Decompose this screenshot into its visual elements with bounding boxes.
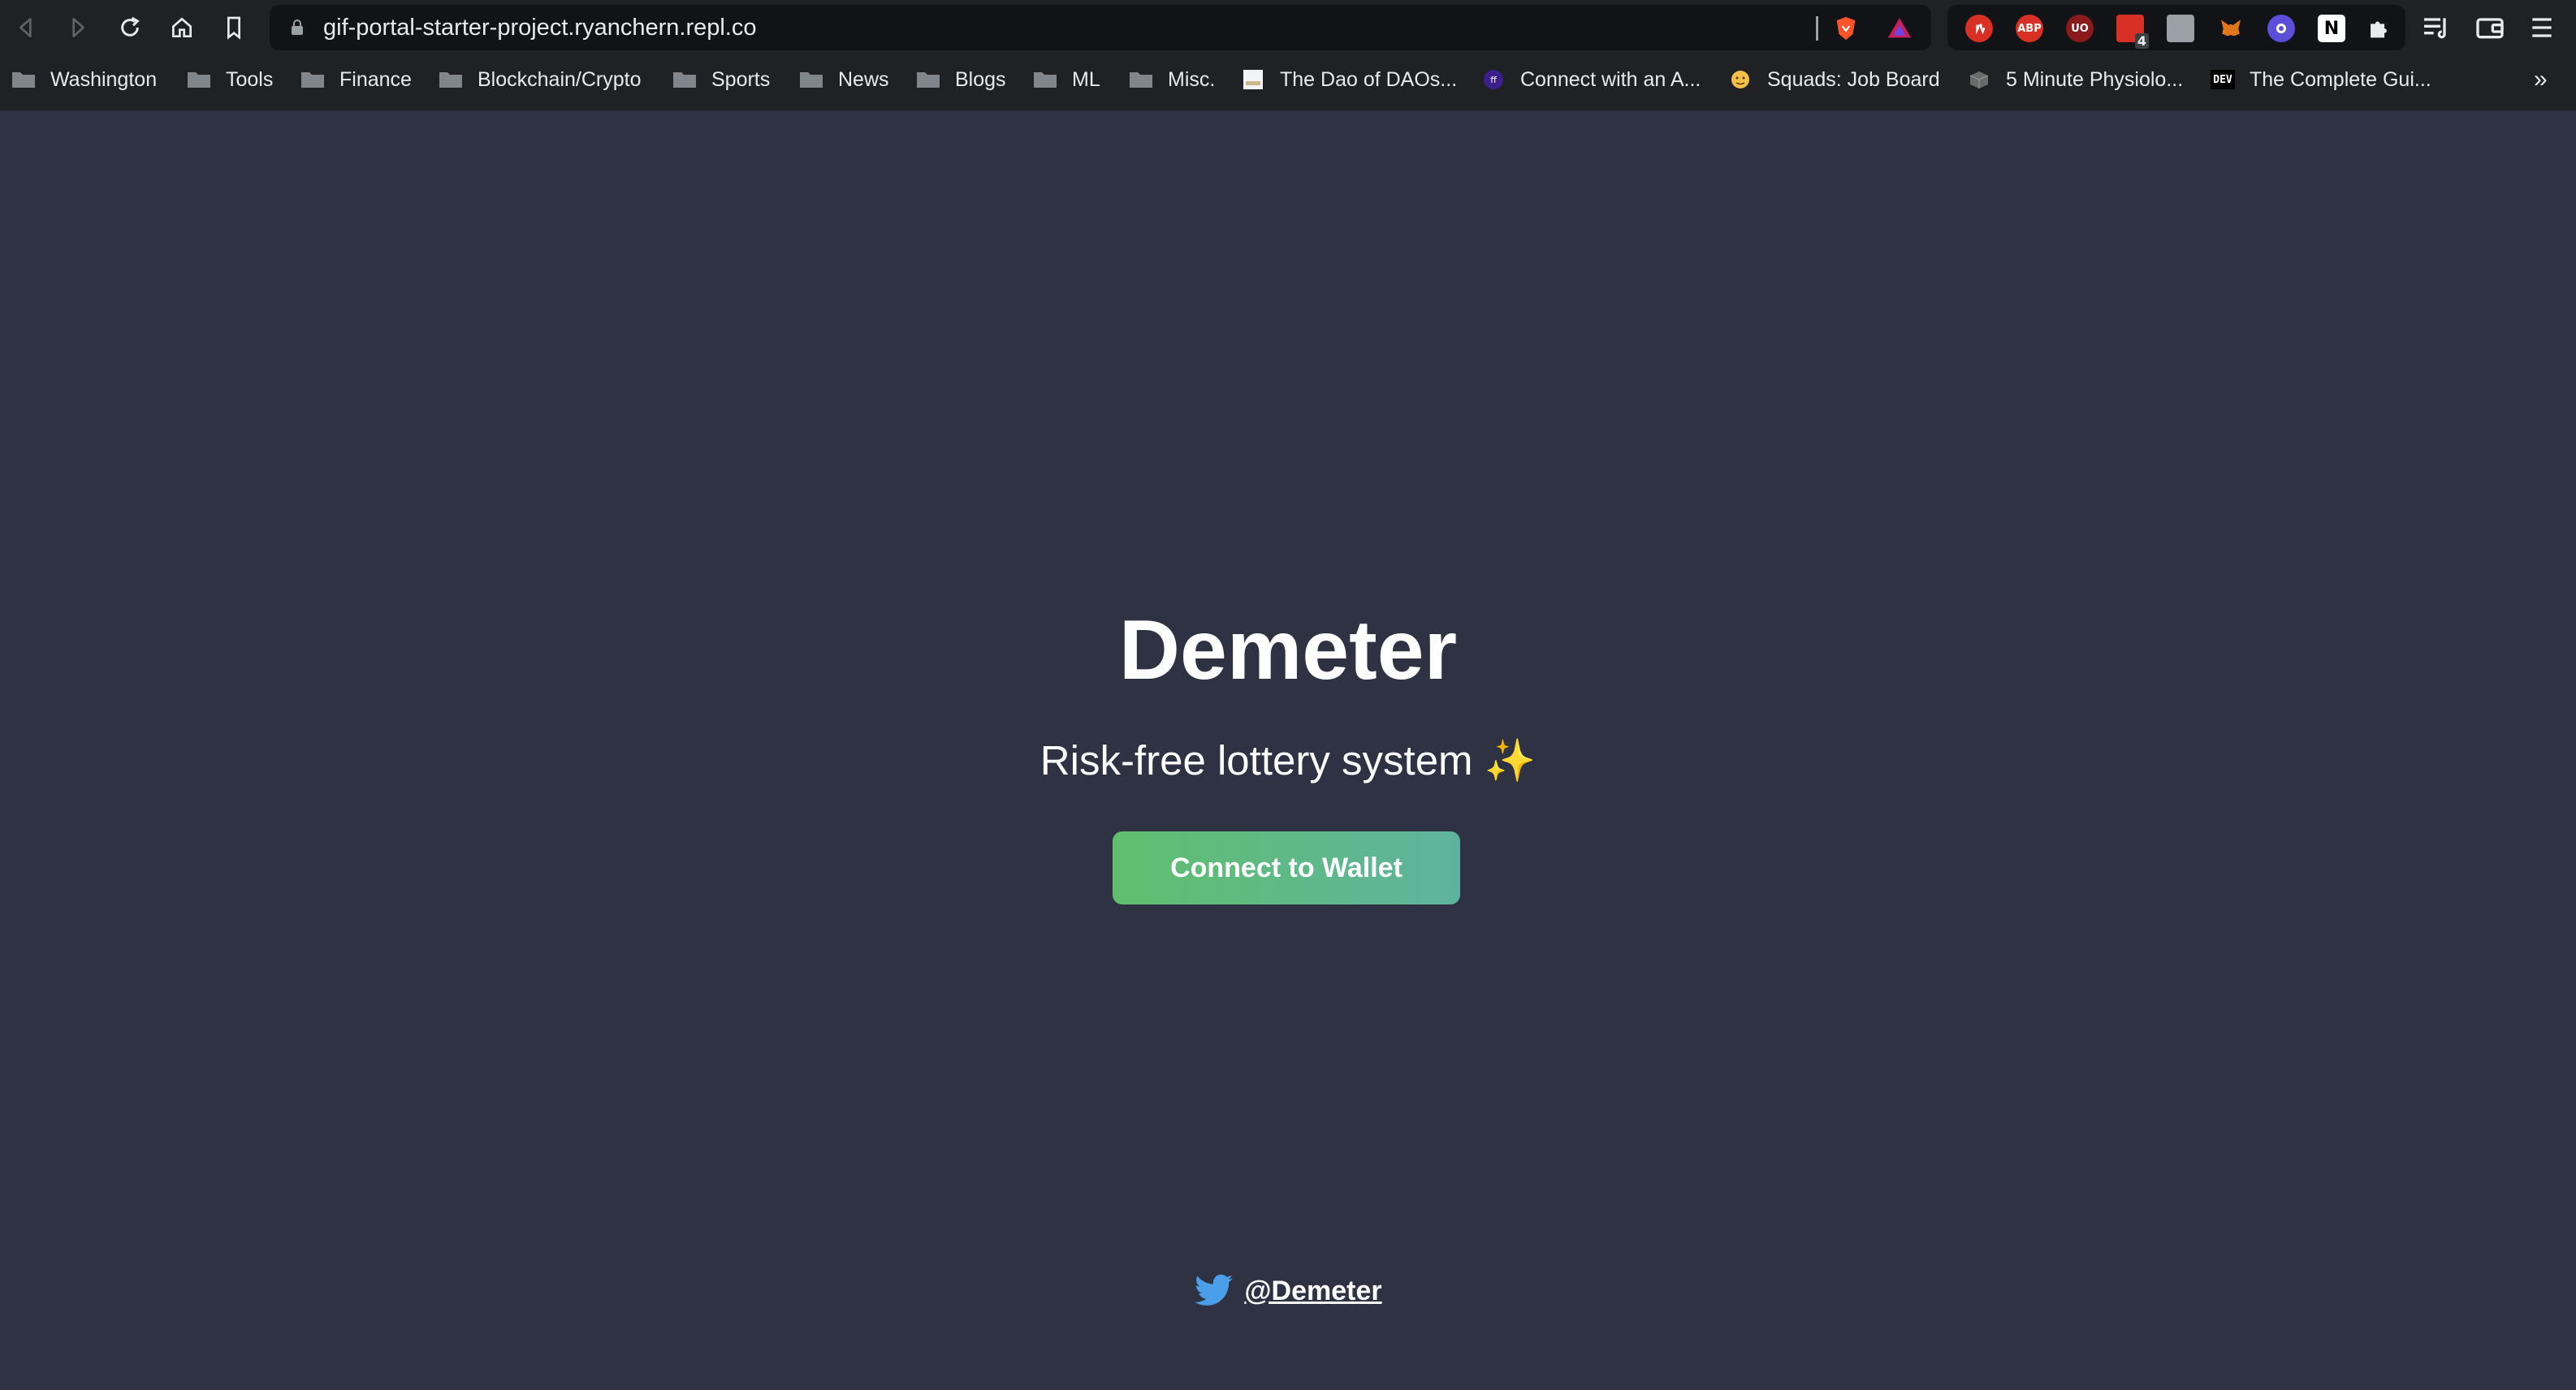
ublock-icon[interactable]: UO bbox=[2066, 15, 2094, 42]
omnibox-divider bbox=[1816, 16, 1818, 41]
bookmark-label: Misc. bbox=[1168, 67, 1216, 91]
brave-shields-icon[interactable] bbox=[1832, 15, 1860, 42]
folder-icon bbox=[301, 72, 324, 88]
forward-arrow-icon bbox=[72, 18, 84, 37]
page-subtitle: Risk-free lottery system ✨ bbox=[1039, 737, 1537, 783]
bookmarks-overflow-button[interactable]: » bbox=[2534, 57, 2548, 102]
bookmark-label: News bbox=[838, 67, 889, 91]
reading-list-icon[interactable] bbox=[2420, 11, 2453, 44]
home-icon bbox=[172, 17, 192, 37]
bookmark-link[interactable]: 5 Minute Physiolo... bbox=[1967, 57, 2183, 102]
bookmark-label: Squads: Job Board bbox=[1767, 67, 1940, 91]
bookmark-folder[interactable]: Finance bbox=[300, 57, 412, 102]
back-arrow-icon bbox=[19, 18, 32, 37]
bookmark-button[interactable] bbox=[216, 10, 252, 45]
bookmark-folder[interactable]: ML bbox=[1033, 57, 1100, 102]
folder-icon bbox=[1034, 72, 1057, 88]
bookmark-folder[interactable]: Blockchain/Crypto bbox=[439, 57, 641, 102]
bookmark-label: Connect with an A... bbox=[1520, 67, 1701, 91]
cube-favicon-icon bbox=[1969, 71, 1989, 88]
dev-favicon-icon: DEV bbox=[2211, 70, 2235, 89]
twitter-handle-link[interactable]: @Demeter bbox=[1244, 1276, 1381, 1307]
purple-favicon-icon: ff bbox=[1484, 70, 1503, 89]
wallet-icon[interactable] bbox=[2474, 11, 2506, 44]
bookmark-link[interactable]: DEV The Complete Gui... bbox=[2211, 57, 2431, 102]
extension-purple-icon[interactable] bbox=[2267, 15, 2295, 42]
browser-chrome: gif-portal-starter-project.ryanchern.rep… bbox=[0, 0, 2576, 110]
folder-icon bbox=[800, 72, 823, 88]
folder-icon bbox=[12, 72, 35, 88]
home-button[interactable] bbox=[164, 10, 200, 45]
bookmark-label: Tools bbox=[226, 67, 274, 91]
page-content: Demeter Risk-free lottery system ✨ Conne… bbox=[0, 110, 2576, 1390]
connect-wallet-button[interactable]: Connect to Wallet bbox=[1113, 831, 1460, 904]
svg-text:ff: ff bbox=[1490, 75, 1497, 85]
bookmark-link[interactable]: Squads: Job Board bbox=[1728, 57, 1940, 102]
folder-icon bbox=[1130, 72, 1152, 88]
bookmark-folder[interactable]: Misc. bbox=[1129, 57, 1215, 102]
folder-icon bbox=[673, 72, 696, 88]
extension-badge: 4 bbox=[2134, 33, 2149, 49]
folder-icon bbox=[188, 72, 210, 88]
footer: @Demeter bbox=[0, 1267, 2576, 1315]
bookmark-label: Sports bbox=[711, 67, 771, 91]
bookmark-label: The Dao of DAOs... bbox=[1280, 67, 1458, 91]
notion-icon[interactable]: N bbox=[2318, 15, 2345, 42]
bookmark-label: Finance bbox=[339, 67, 412, 91]
back-button[interactable] bbox=[8, 10, 44, 45]
reload-icon bbox=[121, 16, 140, 37]
bookmark-folder[interactable]: Washington bbox=[11, 57, 157, 102]
reload-button[interactable] bbox=[112, 10, 148, 45]
page-title: Demeter bbox=[1118, 603, 1458, 697]
address-bar[interactable]: gif-portal-starter-project.ryanchern.rep… bbox=[270, 5, 1931, 50]
bookmark-link[interactable]: The Dao of DAOs... bbox=[1241, 57, 1457, 102]
browser-toolbar: gif-portal-starter-project.ryanchern.rep… bbox=[0, 0, 2576, 57]
bookmarks-bar: Washington Tools Finance Blockchain/Cryp… bbox=[0, 57, 2576, 102]
forward-button[interactable] bbox=[60, 10, 96, 45]
bookmark-folder[interactable]: News bbox=[799, 57, 889, 102]
bookmark-icon bbox=[227, 16, 240, 40]
bookmark-label: ML bbox=[1072, 67, 1100, 91]
bookmark-label: 5 Minute Physiolo... bbox=[2006, 67, 2184, 91]
bookmark-label: Blockchain/Crypto bbox=[478, 67, 642, 91]
bookmark-label: Washington bbox=[50, 67, 158, 91]
abp-icon[interactable]: ABP bbox=[2016, 15, 2043, 42]
bookmark-folder[interactable]: Tools bbox=[187, 57, 273, 102]
emoji-favicon-icon bbox=[1731, 71, 1749, 88]
bookmark-folder[interactable]: Sports bbox=[672, 57, 770, 102]
folder-icon bbox=[917, 72, 940, 88]
page-favicon-icon bbox=[1243, 70, 1263, 89]
url-text: gif-portal-starter-project.ryanchern.rep… bbox=[323, 15, 757, 41]
bookmark-link[interactable]: ff Connect with an A... bbox=[1481, 57, 1701, 102]
bookmark-label: Blogs bbox=[955, 67, 1006, 91]
lock-icon bbox=[292, 19, 303, 35]
bookmark-label: The Complete Gui... bbox=[2250, 67, 2431, 91]
calendar-extension-icon[interactable]: 4 bbox=[2116, 15, 2149, 49]
adblock-icon[interactable] bbox=[1965, 15, 1993, 42]
brave-rewards-icon[interactable] bbox=[1886, 15, 1913, 42]
extension-gray-icon[interactable] bbox=[2167, 15, 2194, 42]
puzzle-piece-icon[interactable] bbox=[2365, 15, 2392, 42]
metamask-icon[interactable] bbox=[2217, 15, 2245, 42]
twitter-icon bbox=[1195, 1274, 1234, 1306]
menu-icon[interactable] bbox=[2526, 11, 2558, 44]
folder-icon bbox=[439, 72, 462, 88]
bookmark-folder[interactable]: Blogs bbox=[916, 57, 1006, 102]
extensions-panel: ABP UO 4 N bbox=[1947, 5, 2405, 50]
